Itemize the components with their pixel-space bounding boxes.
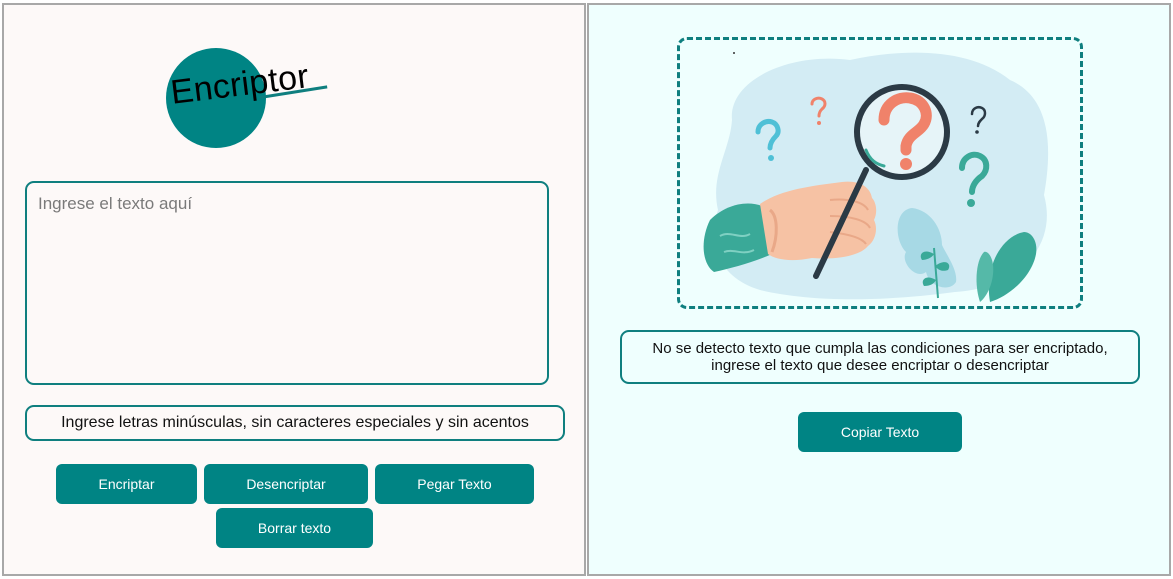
clear-text-button[interactable]: Borrar texto	[216, 508, 373, 548]
paste-text-button[interactable]: Pegar Texto	[375, 464, 534, 504]
text-input[interactable]	[25, 181, 549, 385]
question-mark-big-dot	[900, 158, 912, 170]
no-text-message: No se detecto texto que cumpla las condi…	[620, 330, 1140, 384]
message-line-1: No se detecto texto que cumpla las condi…	[652, 340, 1108, 357]
question-mark-dark-dot	[975, 130, 979, 134]
message-line-2: ingrese el texto que desee encriptar o d…	[711, 357, 1049, 374]
app-logo: Encriptor	[166, 48, 331, 153]
input-hint: Ingrese letras minúsculas, sin caractere…	[25, 405, 565, 441]
encrypt-button[interactable]: Encriptar	[56, 464, 197, 504]
question-mark-orange-small-dot	[817, 121, 821, 125]
question-mark-teal-dot	[967, 199, 975, 207]
illustration-frame	[677, 37, 1083, 309]
result-panel: No se detecto texto que cumpla las condi…	[587, 3, 1171, 576]
copy-text-button[interactable]: Copiar Texto	[798, 412, 962, 452]
decrypt-button[interactable]: Desencriptar	[204, 464, 368, 504]
question-mark-blue-dot	[768, 155, 774, 161]
magnifier-question-illustration	[703, 52, 1049, 302]
encrypt-panel: Encriptor Ingrese letras minúsculas, sin…	[2, 3, 586, 576]
speck	[733, 52, 735, 54]
